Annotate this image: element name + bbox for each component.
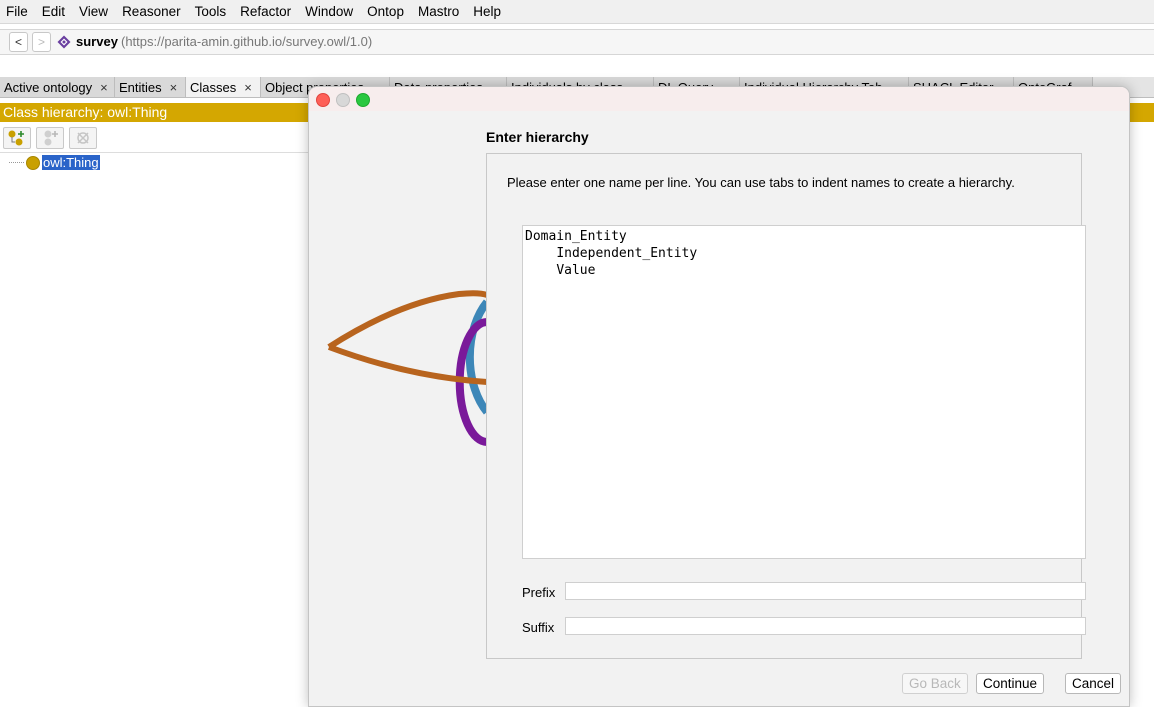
tab-entities[interactable]: Entities × (115, 77, 186, 97)
class-hierarchy-title: Class hierarchy: owl:Thing (3, 104, 168, 120)
class-hierarchy-toolbar (3, 127, 97, 149)
tree-node-owl-thing[interactable]: owl:Thing (42, 155, 100, 170)
menu-tools[interactable]: Tools (188, 0, 234, 23)
ontology-icon (57, 35, 71, 49)
hierarchy-textarea[interactable] (522, 225, 1086, 559)
minimize-window-button[interactable] (336, 93, 350, 107)
ontology-name: survey (76, 34, 118, 49)
close-window-button[interactable] (316, 93, 330, 107)
menu-edit[interactable]: Edit (35, 0, 72, 23)
tab-active-ontology[interactable]: Active ontology × (0, 77, 115, 97)
menu-ontop[interactable]: Ontop (360, 0, 411, 23)
tab-label: Entities (119, 79, 162, 95)
tree-connector (9, 162, 24, 163)
close-icon[interactable]: × (100, 80, 108, 95)
cancel-button[interactable]: Cancel (1065, 673, 1122, 694)
forward-button[interactable]: > (32, 32, 51, 52)
tab-label: Classes (190, 79, 237, 95)
menu-refactor[interactable]: Refactor (233, 0, 298, 23)
menu-window[interactable]: Window (298, 0, 360, 23)
class-icon (26, 156, 40, 170)
delete-class-icon (77, 132, 89, 144)
create-class-hierarchy-dialog: Enter hierarchy Please enter one name pe… (308, 86, 1130, 707)
tab-label: Active ontology (4, 79, 93, 95)
add-subclass-icon (8, 130, 24, 146)
close-icon[interactable]: × (170, 80, 178, 95)
add-sibling-class-button[interactable] (36, 127, 64, 149)
add-sibling-class-icon (44, 130, 58, 146)
hierarchy-content-panel: Please enter one name per line. You can … (486, 153, 1086, 659)
dialog-heading: Enter hierarchy (486, 129, 589, 145)
menu-reasoner[interactable]: Reasoner (115, 0, 188, 23)
continue-button[interactable]: Continue (976, 673, 1045, 694)
divider (0, 152, 310, 153)
menu-mastro[interactable]: Mastro (411, 0, 466, 23)
menu-view[interactable]: View (72, 0, 115, 23)
go-back-button[interactable]: Go Back (902, 673, 968, 694)
back-button[interactable]: < (9, 32, 28, 52)
instructions-text: Please enter one name per line. You can … (507, 175, 1015, 190)
dialog-titlebar (309, 87, 1129, 111)
menu-file[interactable]: File (0, 0, 35, 23)
prefix-input[interactable] (565, 582, 1086, 600)
add-subclass-button[interactable] (3, 127, 31, 149)
ontology-iri: (https://parita-amin.github.io/survey.ow… (121, 34, 373, 49)
suffix-label: Suffix (522, 620, 555, 635)
menu-help[interactable]: Help (466, 0, 508, 23)
ontology-address-bar: < > survey (https://parita-amin.github.i… (0, 29, 1154, 55)
zoom-window-button[interactable] (356, 93, 370, 107)
suffix-input[interactable] (565, 617, 1086, 635)
prefix-label: Prefix (522, 585, 556, 600)
menu-bar: File Edit View Reasoner Tools Refactor W… (0, 0, 1154, 24)
tab-classes[interactable]: Classes × (186, 77, 261, 97)
delete-class-button[interactable] (69, 127, 97, 149)
close-icon[interactable]: × (244, 80, 252, 95)
